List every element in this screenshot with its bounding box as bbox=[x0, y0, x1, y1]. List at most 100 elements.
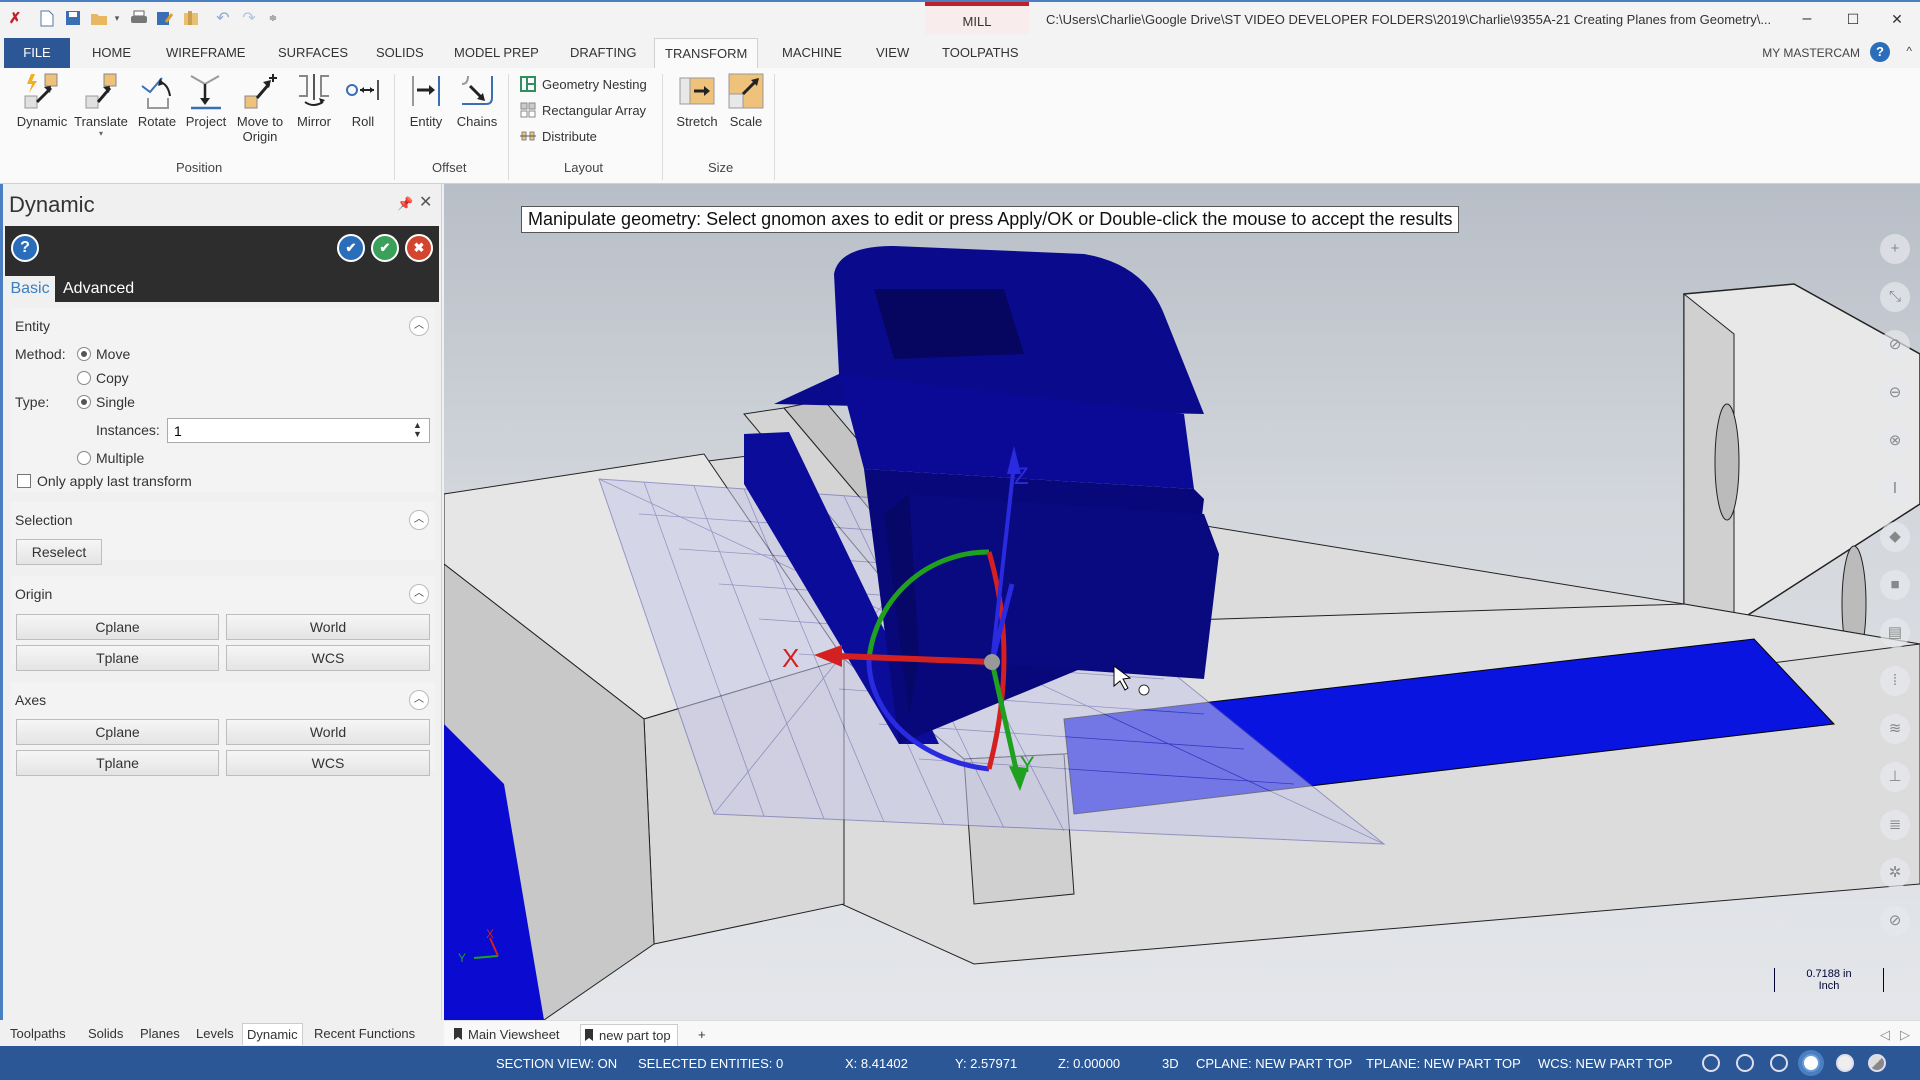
tab-advanced[interactable]: Advanced bbox=[63, 276, 134, 302]
geometry-nesting-button[interactable]: Geometry Nesting bbox=[520, 76, 647, 92]
type-multiple-radio[interactable] bbox=[77, 451, 91, 465]
distribute-button[interactable]: Distribute bbox=[520, 128, 597, 144]
origin-cplane-button[interactable]: Cplane bbox=[16, 614, 219, 640]
levels-icon[interactable]: ≣ bbox=[1880, 810, 1910, 840]
axes-wcs-button[interactable]: WCS bbox=[226, 750, 430, 776]
panel-close-icon[interactable]: ✕ bbox=[419, 192, 432, 212]
reselect-button[interactable]: Reselect bbox=[16, 539, 102, 565]
offset-entity-button[interactable]: Entity bbox=[404, 72, 448, 129]
pin-icon[interactable]: 📌 bbox=[397, 196, 413, 212]
panel-tab-planes[interactable]: Planes bbox=[136, 1023, 184, 1045]
redo-icon[interactable]: ↷ bbox=[240, 9, 258, 27]
apply-button[interactable]: ✔ bbox=[337, 234, 365, 262]
cancel-button[interactable]: ✖ bbox=[405, 234, 433, 262]
viewsheet-new-part-top[interactable]: new part top bbox=[580, 1024, 678, 1046]
dynamic-button[interactable]: Dynamic bbox=[12, 72, 72, 129]
panel-tab-solids[interactable]: Solids bbox=[84, 1023, 127, 1045]
panel-tab-recent-functions[interactable]: Recent Functions bbox=[310, 1023, 419, 1045]
move-to-origin-button[interactable]: Move to Origin bbox=[232, 72, 288, 144]
hidden-line-icon[interactable] bbox=[1736, 1054, 1754, 1072]
cplane-status[interactable]: CPLANE: NEW PART TOP bbox=[1196, 1056, 1352, 1071]
folder-icon[interactable] bbox=[182, 9, 200, 27]
mirror-button[interactable]: Mirror bbox=[292, 72, 336, 129]
open-icon[interactable] bbox=[90, 9, 108, 27]
instances-spinner[interactable]: ▲ ▼ bbox=[413, 421, 422, 439]
axes-cplane-button[interactable]: Cplane bbox=[16, 719, 219, 745]
collapse-ribbon-icon[interactable]: ^ bbox=[1906, 44, 1912, 58]
tab-surfaces[interactable]: SURFACES bbox=[268, 38, 358, 68]
zoom-in-icon[interactable]: + bbox=[1880, 234, 1910, 264]
origin-collapse-icon[interactable]: ︿ bbox=[409, 584, 429, 604]
fit-view-icon[interactable]: ⊘ bbox=[1880, 330, 1910, 360]
maximize-button[interactable]: ☐ bbox=[1838, 8, 1868, 30]
z-coordinate[interactable]: Z: 0.00000 bbox=[1058, 1056, 1120, 1071]
tab-home[interactable]: HOME bbox=[82, 38, 141, 68]
section-view-status[interactable]: SECTION VIEW: ON bbox=[496, 1056, 617, 1071]
tab-model-prep[interactable]: MODEL PREP bbox=[444, 38, 549, 68]
open-dropdown-icon[interactable]: ▾ bbox=[108, 9, 126, 27]
translate-dropdown-icon[interactable]: ▾ bbox=[70, 129, 132, 138]
3d-scene[interactable]: X Z Y Y X bbox=[444, 184, 1920, 1020]
graphics-viewport[interactable]: X Z Y Y X Manipulate geometry: Select gn… bbox=[444, 184, 1920, 1020]
save-as-icon[interactable] bbox=[156, 9, 174, 27]
panel-tab-levels[interactable]: Levels bbox=[192, 1023, 238, 1045]
zoom-window-icon[interactable]: ⤡ bbox=[1880, 282, 1910, 312]
only-last-transform-checkbox[interactable] bbox=[17, 474, 31, 488]
origin-wcs-button[interactable]: WCS bbox=[226, 645, 430, 671]
axes-world-button[interactable]: World bbox=[226, 719, 430, 745]
shaded-outline-icon[interactable] bbox=[1770, 1054, 1788, 1072]
stretch-button[interactable]: Stretch bbox=[670, 72, 724, 129]
gnomon-origin-handle[interactable] bbox=[984, 654, 1000, 670]
material-icon[interactable]: ▤ bbox=[1880, 618, 1910, 648]
measure-icon[interactable]: Ⅰ bbox=[1880, 474, 1910, 504]
app-logo-icon[interactable]: ✗ bbox=[6, 9, 24, 27]
tab-transform[interactable]: TRANSFORM bbox=[654, 38, 759, 68]
scroll-left-icon[interactable]: ◁ bbox=[1876, 1024, 1896, 1046]
tab-toolpaths[interactable]: TOOLPATHS bbox=[932, 38, 1029, 68]
help-icon[interactable]: ? bbox=[1870, 42, 1890, 62]
selection-collapse-icon[interactable]: ︿ bbox=[409, 510, 429, 530]
tab-basic[interactable]: Basic bbox=[5, 276, 55, 302]
section-icon[interactable]: ⁞ bbox=[1880, 666, 1910, 696]
rotate-button[interactable]: Rotate bbox=[133, 72, 181, 129]
origin-tplane-button[interactable]: Tplane bbox=[16, 645, 219, 671]
project-button[interactable]: Project bbox=[182, 72, 230, 129]
clear-icon[interactable]: ⊘ bbox=[1880, 906, 1910, 936]
tplane-status[interactable]: TPLANE: NEW PART TOP bbox=[1366, 1056, 1521, 1071]
new-file-icon[interactable] bbox=[38, 9, 56, 27]
method-copy-radio[interactable] bbox=[77, 371, 91, 385]
color-icon[interactable]: ◆ bbox=[1880, 522, 1910, 552]
print-icon[interactable] bbox=[130, 9, 148, 27]
scroll-right-icon[interactable]: ▷ bbox=[1896, 1024, 1916, 1046]
ok-button[interactable]: ✔ bbox=[371, 234, 399, 262]
view-cube-icon[interactable]: ⊗ bbox=[1880, 426, 1910, 456]
tab-wireframe[interactable]: WIREFRAME bbox=[156, 38, 255, 68]
tab-drafting[interactable]: DRAFTING bbox=[560, 38, 646, 68]
unzoom-icon[interactable]: ⊖ bbox=[1880, 378, 1910, 408]
shaded-no-edge-icon[interactable] bbox=[1836, 1054, 1854, 1072]
tab-file[interactable]: FILE bbox=[4, 38, 70, 68]
my-mastercam-link[interactable]: MY MASTERCAM bbox=[1762, 46, 1860, 60]
tab-solids[interactable]: SOLIDS bbox=[366, 38, 434, 68]
viewsheet-main[interactable]: Main Viewsheet bbox=[450, 1024, 566, 1046]
save-icon[interactable] bbox=[64, 9, 82, 27]
rectangular-array-button[interactable]: Rectangular Array bbox=[520, 102, 646, 118]
method-move-radio[interactable] bbox=[77, 347, 91, 361]
tab-machine[interactable]: MACHINE bbox=[772, 38, 852, 68]
minimize-button[interactable]: – bbox=[1792, 8, 1822, 30]
panel-tab-dynamic[interactable]: Dynamic bbox=[242, 1023, 303, 1045]
offset-chains-button[interactable]: Chains bbox=[452, 72, 502, 129]
help-button[interactable]: ? bbox=[11, 234, 39, 262]
axes-tplane-button[interactable]: Tplane bbox=[16, 750, 219, 776]
entity-collapse-icon[interactable]: ︿ bbox=[409, 316, 429, 336]
instances-input[interactable] bbox=[167, 418, 430, 443]
dimension-icon[interactable]: ⊥ bbox=[1880, 762, 1910, 792]
analysis-icon[interactable]: ≋ bbox=[1880, 714, 1910, 744]
shade-icon[interactable]: ■ bbox=[1880, 570, 1910, 600]
wireframe-globe-icon[interactable] bbox=[1702, 1054, 1720, 1072]
close-window-button[interactable]: ✕ bbox=[1882, 8, 1912, 30]
shaded-icon[interactable] bbox=[1802, 1054, 1820, 1072]
customize-toolbar-icon[interactable]: ≑ bbox=[264, 9, 282, 27]
origin-world-button[interactable]: World bbox=[226, 614, 430, 640]
undo-icon[interactable]: ↶ bbox=[214, 9, 232, 27]
